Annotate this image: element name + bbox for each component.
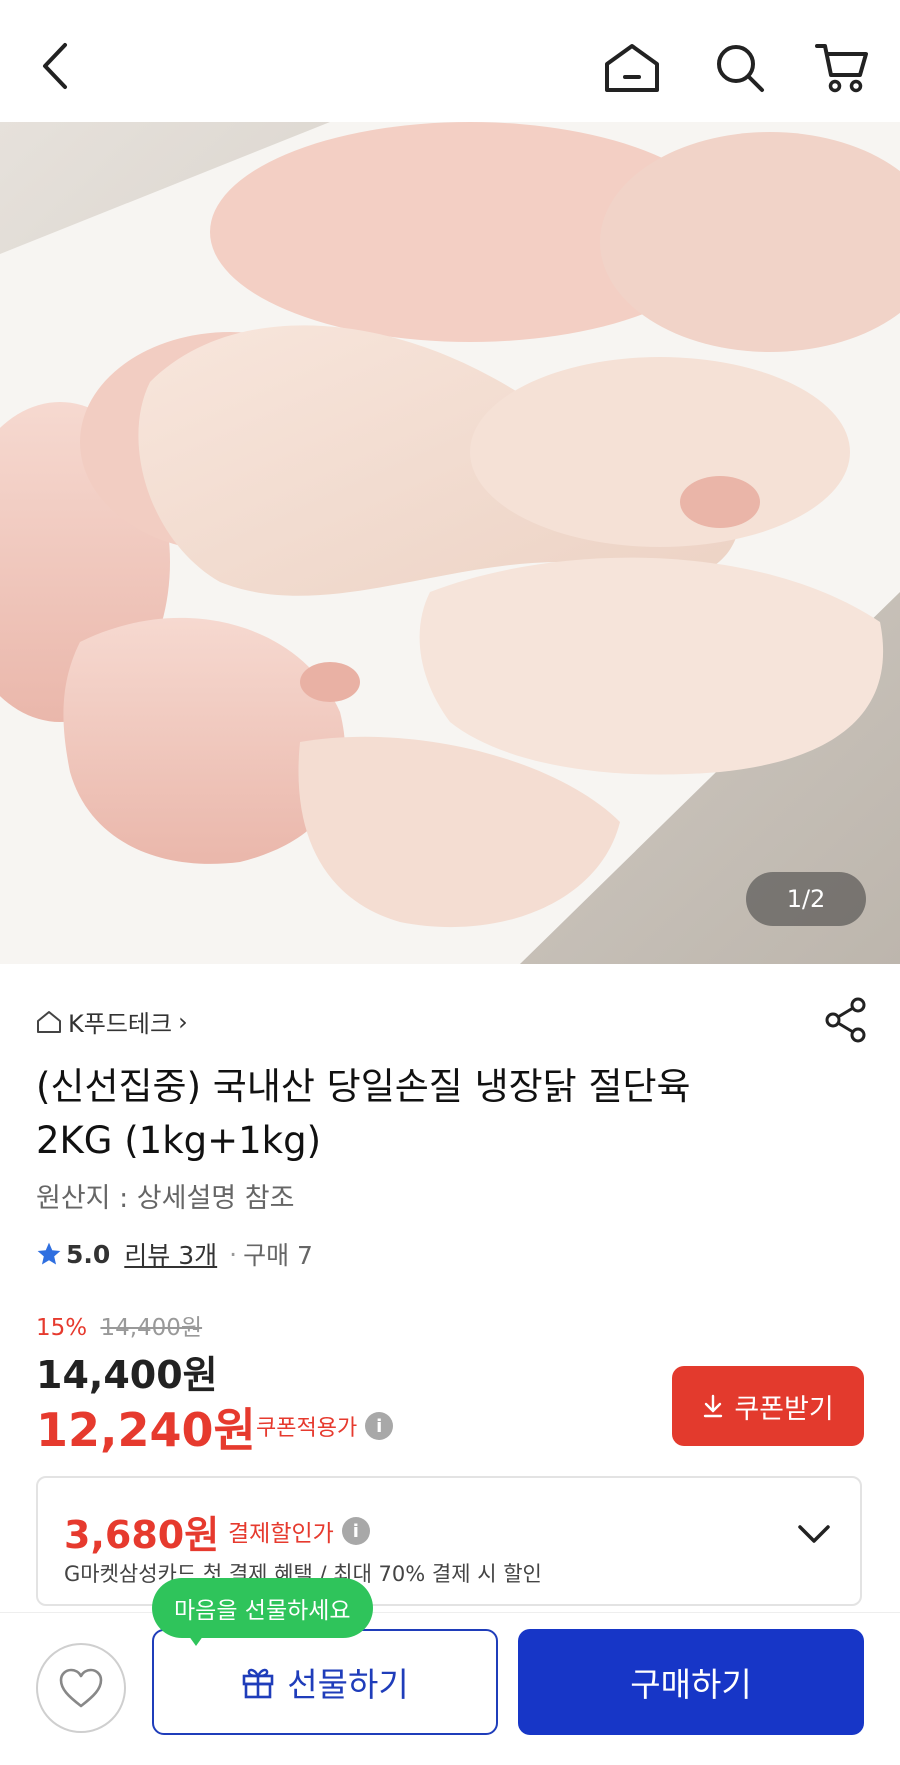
cart-icon xyxy=(815,44,868,93)
rating-row: 5.0 리뷰 3개 · 구매 7 xyxy=(36,1236,313,1272)
original-price: 14,400원 xyxy=(100,1315,203,1341)
top-bar xyxy=(0,0,900,122)
wishlist-button[interactable] xyxy=(36,1643,126,1733)
coupon-price: 12,240원 xyxy=(36,1403,256,1457)
info-icon[interactable]: i xyxy=(365,1412,394,1440)
get-coupon-label: 쿠폰받기 xyxy=(734,1393,834,1425)
chevron-right-icon: › xyxy=(178,1007,188,1036)
buy-button[interactable]: 구매하기 xyxy=(518,1629,864,1735)
payment-discount-amount: 3,680원 xyxy=(64,1513,220,1557)
chevron-left-icon xyxy=(43,43,67,89)
bottom-action-bar: 선물하기 구매하기 xyxy=(0,1612,900,1765)
review-link[interactable]: 리뷰 3개 xyxy=(124,1236,217,1272)
back-button[interactable] xyxy=(28,34,80,98)
home-icon xyxy=(605,44,659,92)
origin-text: 원산지 : 상세설명 참조 xyxy=(36,1183,295,1214)
payment-discount-label-row: 결제할인가 i xyxy=(228,1514,370,1548)
chevron-down-icon xyxy=(798,1525,830,1543)
store-icon xyxy=(37,1010,61,1033)
product-title-line1: (신선집중) 국내산 당일손질 냉장닭 절단육 xyxy=(36,1065,691,1108)
gift-tooltip: 마음을 선물하세요 xyxy=(152,1578,373,1638)
rating-score: 5.0 xyxy=(66,1239,111,1269)
separator-dot: · xyxy=(229,1239,238,1269)
gift-icon xyxy=(242,1668,274,1699)
gift-tooltip-tail xyxy=(186,1632,206,1646)
gift-button-label: 선물하기 xyxy=(287,1665,409,1704)
coupon-applicable-label: 쿠폰적용가 i xyxy=(256,1410,394,1442)
seller-name: K푸드테크 xyxy=(68,1010,173,1038)
download-icon xyxy=(704,1394,723,1418)
image-counter: 1/2 xyxy=(746,872,866,926)
sale-price: 14,400원 xyxy=(36,1353,218,1397)
buy-button-label: 구매하기 xyxy=(630,1665,752,1704)
discount-line: 15% 14,400원 xyxy=(36,1308,202,1342)
product-title: (신선집중) 국내산 당일손질 냉장닭 절단육 2KG (1kg+1kg) xyxy=(36,1060,836,1168)
coupon-applicable-text: 쿠폰적용가 xyxy=(256,1416,358,1441)
get-coupon-button[interactable]: 쿠폰받기 xyxy=(672,1366,864,1446)
discount-rate: 15% xyxy=(36,1315,88,1341)
purchase-count: 구매 7 xyxy=(243,1241,313,1270)
product-title-line2: 2KG (1kg+1kg) xyxy=(36,1119,322,1162)
expand-button[interactable] xyxy=(794,1514,834,1554)
home-button[interactable] xyxy=(596,36,668,100)
info-icon[interactable]: i xyxy=(341,1517,370,1545)
product-photo xyxy=(0,122,900,964)
share-button[interactable] xyxy=(824,996,868,1044)
payment-discount-label: 결제할인가 xyxy=(228,1521,334,1547)
product-image-gallery[interactable]: 1/2 xyxy=(0,122,900,964)
seller-link[interactable]: K푸드테크 › xyxy=(36,1004,188,1039)
heart-icon xyxy=(59,1668,103,1708)
search-icon xyxy=(717,45,764,92)
star-icon xyxy=(37,1242,61,1265)
search-button[interactable] xyxy=(708,36,772,100)
cart-button[interactable] xyxy=(806,36,878,100)
share-icon xyxy=(825,997,866,1043)
